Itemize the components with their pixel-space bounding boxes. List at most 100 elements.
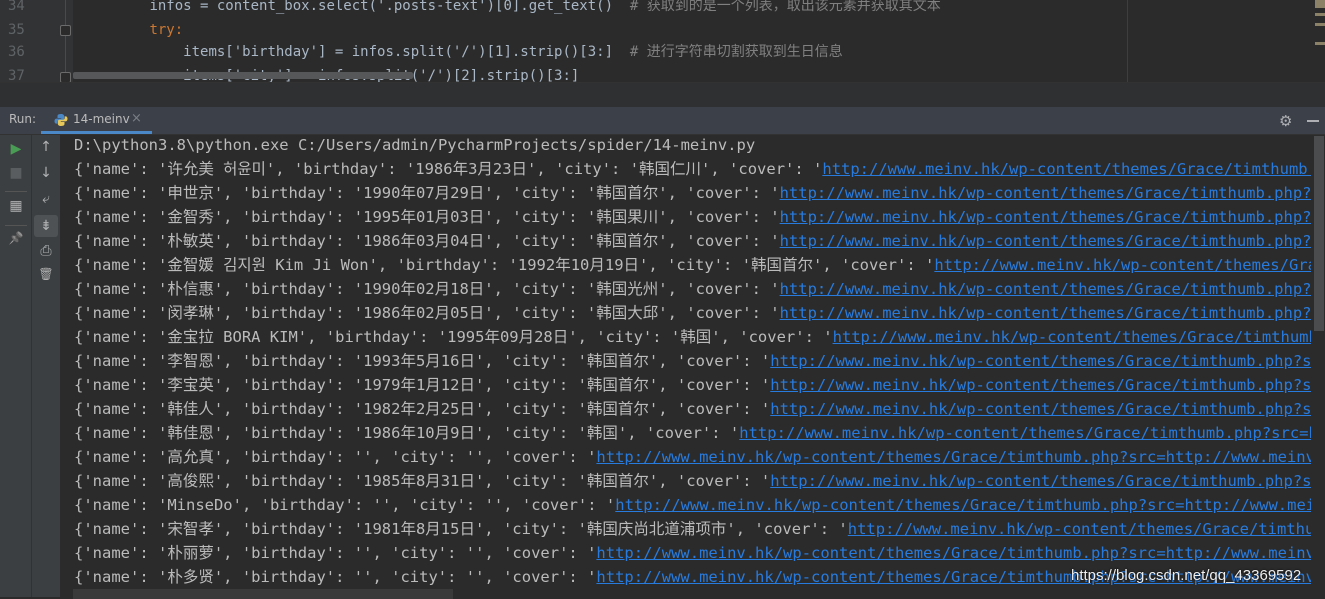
fold-icon[interactable] [60,72,71,82]
cover-link[interactable]: http://www.meinv.hk/wp-content/themes/Gr… [770,400,1311,418]
console-row: {'name': '闵孝琳', 'birthday': '1986年02月05日… [74,301,1311,325]
console-row: {'name': '高俊熙', 'birthday': '1985年8月31日'… [74,469,1311,493]
console-row: {'name': '李宝英', 'birthday': '1979年1月12日'… [74,373,1311,397]
console-row: {'name': '金宝拉 BORA KIM', 'birthday': '19… [74,325,1311,349]
trash-icon[interactable]: 🗑 [34,267,58,281]
row-text: {'name': '韩佳恩', 'birthday': '1986年10月9日'… [74,424,740,442]
console-output[interactable]: D:\python3.8\python.exe C:/Users/admin/P… [61,135,1311,597]
cover-link[interactable]: http://www.meinv.hk/wp-content/themes/Gr… [739,424,1311,442]
line-number: 35 [8,22,25,38]
close-icon[interactable]: × [131,111,142,126]
console-command-line: D:\python3.8\python.exe C:/Users/admin/P… [74,136,756,154]
python-icon [54,114,68,126]
cover-link[interactable]: http://www.meinv.hk/wp-content/themes/Gr… [770,472,1311,490]
line-number: 37 [8,68,25,82]
line-number: 36 [8,44,25,60]
cover-link[interactable]: http://www.meinv.hk/wp-content/themes/Gr… [934,256,1311,274]
cover-link[interactable]: http://www.meinv.hk/wp-content/themes/Gr… [780,208,1311,226]
error-stripe-marker[interactable] [1315,23,1325,26]
row-text: {'name': '李宝英', 'birthday': '1979年1月12日'… [74,376,771,394]
row-text: {'name': '高允真', 'birthday': '', 'city': … [74,448,597,466]
cover-link[interactable]: http://www.meinv.hk/wp-content/themes/Gr… [596,448,1311,466]
run-label: Run: [9,112,37,126]
cover-link[interactable]: http://www.meinv.hk/wp-content/themes/Gr… [780,304,1311,322]
row-text: {'name': '朴敏英', 'birthday': '1986年03月04日… [74,232,780,250]
cover-link[interactable]: http://www.meinv.hk/wp-content/themes/Gr… [780,280,1311,298]
soft-wrap-icon[interactable]: ⤶ [34,191,58,207]
row-text: {'name': '朴丽萝', 'birthday': '', 'city': … [74,544,597,562]
watermark: https://blog.csdn.net/qq_43369592 [1071,567,1302,584]
error-stripe-marker[interactable] [1315,0,1325,8]
code-editor[interactable]: 34 infos = content_box.select('.posts-te… [0,0,1325,82]
row-text: {'name': '闵孝琳', 'birthday': '1986年02月05日… [74,304,780,322]
code-text: items['birthday'] = infos.split('/')[1].… [183,44,614,60]
code-comment: # 进行字符串切割获取到生日信息 [629,44,843,60]
console-row: {'name': '李智恩', 'birthday': '1993年5月16日'… [74,349,1311,373]
code-line[interactable]: infos = content_box.select('.posts-text'… [82,0,941,18]
pin-icon[interactable]: 📌 [4,231,28,245]
run-tab-label: 14-meinv [73,112,130,126]
fold-icon[interactable] [60,25,71,36]
cover-link[interactable]: http://www.meinv.hk/wp-content/themes/Gr… [770,352,1311,370]
right-margin-guide [1127,0,1128,82]
down-arrow-icon[interactable]: ↓ [34,165,58,181]
run-toolwindow-header: Run: 14-meinv × ⚙ [0,107,1325,135]
row-text: {'name': '朴多贤', 'birthday': '', 'city': … [74,568,597,586]
console-row: {'name': '金智媛 김지원 Kim Ji Won', 'birthday… [74,253,1311,277]
cover-link[interactable]: http://www.meinv.hk/wp-content/themes/Gr… [780,232,1311,250]
row-text: {'name': '韩佳人', 'birthday': '1982年2月25日'… [74,400,771,418]
cover-link[interactable]: http://www.meinv.hk/wp-content/themes/Gr… [596,544,1311,562]
console-row: {'name': '韩佳恩', 'birthday': '1986年10月9日'… [74,421,1311,445]
console-row: {'name': '金智秀', 'birthday': '1995年01月03日… [74,205,1311,229]
code-line[interactable]: items['birthday'] = infos.split('/')[1].… [82,40,843,64]
console-scrollbar-thumb[interactable] [1314,136,1324,331]
console-row: {'name': '韩佳人', 'birthday': '1982年2月25日'… [74,397,1311,421]
cover-link[interactable]: http://www.meinv.hk/wp-content/themes/Gr… [770,376,1311,394]
toolbar-separator [5,191,27,192]
console-row: {'name': '申世京', 'birthday': '1990年07月29日… [74,181,1311,205]
row-text: {'name': '申世京', 'birthday': '1990年07月29日… [74,184,780,202]
console-row: {'name': '朴敏英', 'birthday': '1986年03月04日… [74,229,1311,253]
cover-link[interactable]: http://www.meinv.hk/wp-content/themes/Gr… [833,328,1311,346]
console-partial-row [73,589,453,599]
code-line[interactable]: try: [82,18,183,42]
print-icon[interactable]: ⎙ [34,243,58,259]
rerun-icon[interactable]: ▶ [4,141,28,157]
editor-horizontal-scrollbar[interactable] [73,72,413,79]
console-row: {'name': '朴丽萝', 'birthday': '', 'city': … [74,541,1311,565]
stop-icon[interactable]: ■ [4,165,28,181]
cover-link[interactable]: http://www.meinv.hk/wp-content/themes/Gr… [848,520,1311,538]
console-row: {'name': '高允真', 'birthday': '', 'city': … [74,445,1311,469]
cover-link[interactable]: http://www.meinv.hk/wp-content/themes/Gr… [822,160,1311,178]
layout-icon[interactable]: ▦ [4,198,28,214]
code-text: infos = content_box.select('.posts-text'… [149,0,614,14]
row-text: {'name': '金智媛 김지원 Kim Ji Won', 'birthday… [74,256,935,274]
code-comment: # 获取到的是一个列表，取出该元素并获取其文本 [629,0,941,14]
scroll-to-end-icon[interactable]: ⇟ [34,215,58,237]
cover-link[interactable]: http://www.meinv.hk/wp-content/themes/Gr… [780,184,1311,202]
minimize-icon[interactable] [1307,120,1319,122]
line-number: 34 [8,0,25,14]
row-text: {'name': '李智恩', 'birthday': '1993年5月16日'… [74,352,771,370]
gear-icon[interactable]: ⚙ [1279,112,1292,130]
panel-divider[interactable] [0,82,1325,107]
up-arrow-icon[interactable]: ↑ [34,139,58,155]
cover-link[interactable]: http://www.meinv.hk/wp-content/themes/Gr… [615,496,1311,514]
row-text: {'name': '朴信惠', 'birthday': '1990年02月18日… [74,280,780,298]
run-tab-14-meinv[interactable]: 14-meinv × [41,107,152,134]
console-row: {'name': '朴信惠', 'birthday': '1990年02月18日… [74,277,1311,301]
console-row: {'name': 'MinseDo', 'birthday': '', 'cit… [74,493,1311,517]
row-text: {'name': '许允美 허윤미', 'birthday': '1986年3月… [74,160,823,178]
row-text: {'name': 'MinseDo', 'birthday': '', 'cit… [74,496,616,514]
row-text: {'name': '高俊熙', 'birthday': '1985年8月31日'… [74,472,771,490]
run-toolbar-secondary: ↑ ↓ ⤶ ⇟ ⎙ 🗑 [32,135,60,597]
row-text: {'name': '金宝拉 BORA KIM', 'birthday': '19… [74,328,833,346]
error-stripe-marker[interactable] [1315,42,1325,45]
error-stripe-marker[interactable] [1315,13,1325,16]
row-text: {'name': '宋智孝', 'birthday': '1981年8月15日'… [74,520,848,538]
